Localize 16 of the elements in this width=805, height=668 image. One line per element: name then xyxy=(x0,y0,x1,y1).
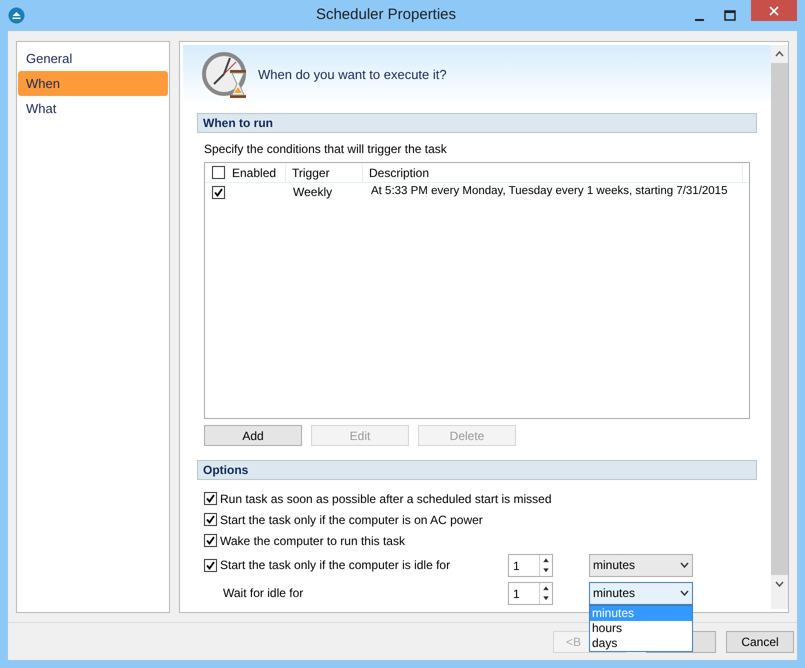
section-header: Options xyxy=(197,460,757,480)
option-label: Start the task only if the computer is idle for xyxy=(220,557,450,574)
section-header: When to run xyxy=(197,113,757,133)
option-label: Start the task only if the computer is on AC power xyxy=(220,512,483,528)
dropdown-value: minutes xyxy=(593,557,636,574)
instruction-text: Specify the conditions that will trigger the task xyxy=(204,141,448,158)
spinner-value: 1 xyxy=(512,586,521,602)
header-title: When do you want to execute it? xyxy=(258,66,447,84)
option-label: Wake the computer to run this task xyxy=(220,532,405,550)
table-cell-text: Weekly xyxy=(293,184,334,201)
option-label: Run task as soon as possible after a scheduled start is missed xyxy=(220,490,552,508)
spinner-value: 1 xyxy=(512,558,521,574)
table-cell-text: At 5:33 PM every Monday, Tuesday every 1 weeks, starting 7/31/2015 xyxy=(371,184,728,200)
option-label: Wait for idle for xyxy=(222,585,304,602)
dropdown-value: minutes xyxy=(593,585,636,602)
window-title: Scheduler Properties xyxy=(314,5,458,26)
